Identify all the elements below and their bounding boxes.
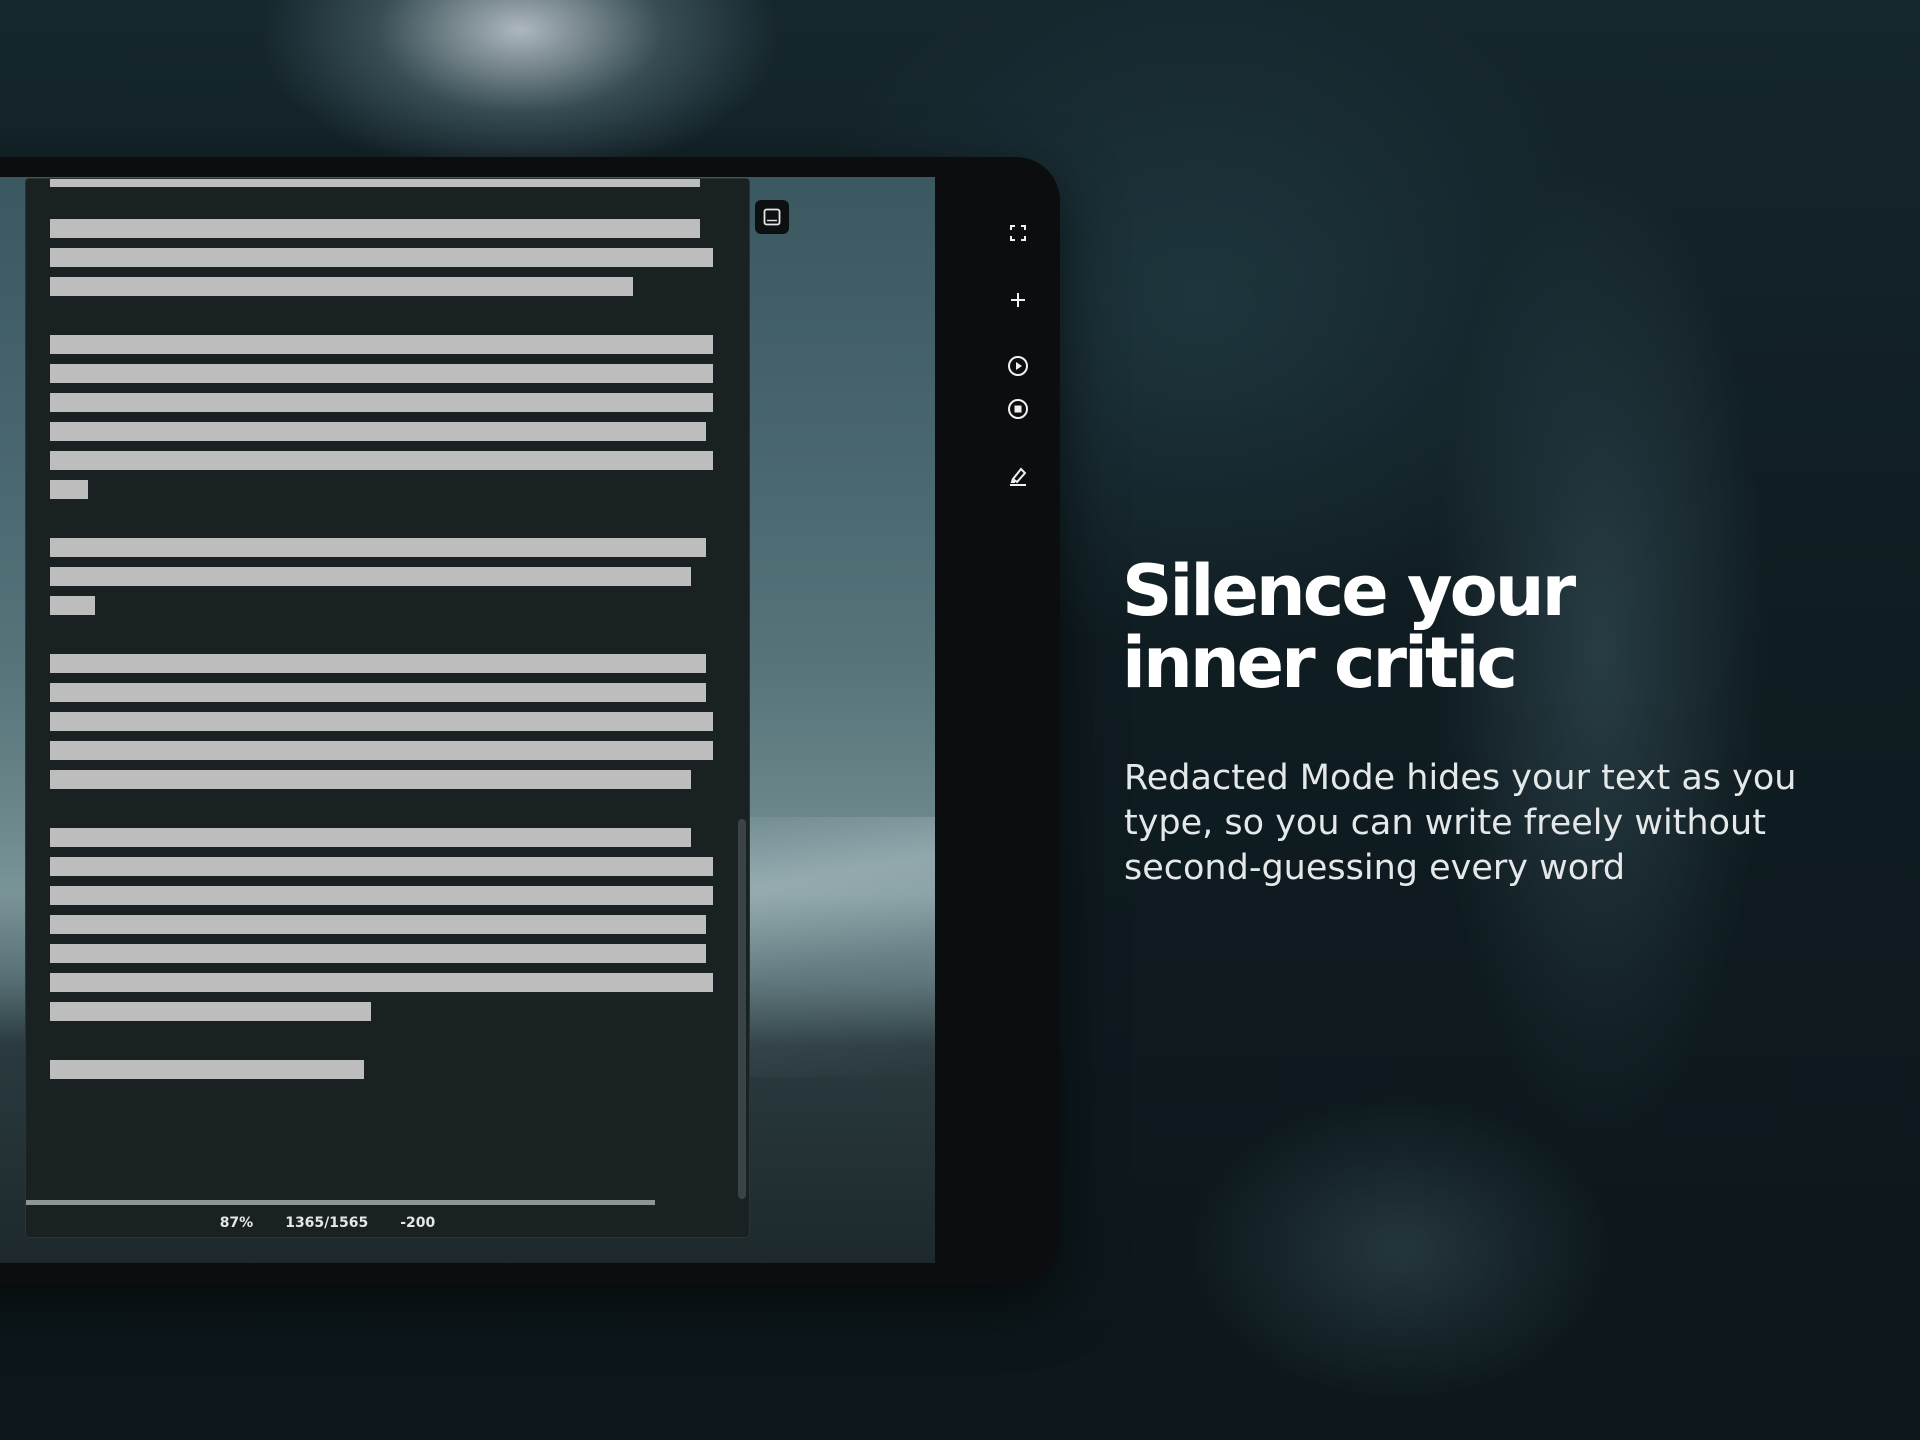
panel-toggle-button[interactable] xyxy=(755,200,789,234)
stop-icon xyxy=(1007,399,1028,419)
redacted-line xyxy=(50,683,706,702)
add-button[interactable] xyxy=(1004,286,1032,314)
progress-bar xyxy=(26,1200,749,1205)
fullscreen-icon xyxy=(1009,225,1026,241)
editor-scrollbar[interactable] xyxy=(738,819,746,1199)
redacted-line xyxy=(50,828,691,847)
redacted-line xyxy=(50,480,88,499)
redacted-line xyxy=(50,335,713,354)
redacted-line xyxy=(50,915,706,934)
redacted-line xyxy=(50,857,713,876)
redacted-line xyxy=(50,886,713,905)
redacted-line xyxy=(50,277,633,296)
panel-icon xyxy=(763,208,781,226)
play-icon xyxy=(1007,356,1028,376)
words-remaining: -200 xyxy=(400,1215,436,1231)
editor-panel[interactable]: 87% 1365/1565 -200 xyxy=(25,178,750,1238)
plus-icon xyxy=(1010,293,1025,307)
redacted-line xyxy=(50,654,706,673)
promo-subtitle: Redacted Mode hides your text as you typ… xyxy=(1124,758,1797,888)
word-count: 1365/1565 xyxy=(285,1215,369,1231)
highlighter-button[interactable] xyxy=(1004,462,1032,490)
progress-fill xyxy=(26,1200,655,1205)
redacted-line xyxy=(50,1002,371,1021)
redacted-line xyxy=(50,973,713,992)
redacted-line xyxy=(50,248,713,267)
play-button[interactable] xyxy=(1004,352,1032,380)
stop-button[interactable] xyxy=(1004,395,1032,423)
redacted-line xyxy=(50,422,706,441)
highlighter-icon xyxy=(1009,467,1026,486)
redacted-line xyxy=(50,567,691,586)
redacted-line xyxy=(50,770,691,789)
side-toolbar xyxy=(995,177,1040,1263)
progress-percent: 87% xyxy=(219,1215,254,1231)
redacted-line xyxy=(50,1060,364,1079)
redacted-line xyxy=(50,538,706,557)
redacted-line xyxy=(50,179,700,187)
redacted-line xyxy=(50,741,713,760)
redacted-line xyxy=(50,393,713,412)
redacted-line xyxy=(50,712,713,731)
editor-stats: 87% 1365/1565 -200 xyxy=(26,1215,749,1231)
redacted-line xyxy=(50,364,713,383)
promo-headline: Silence your inner critic xyxy=(1122,550,1576,704)
redacted-line xyxy=(50,219,700,238)
redacted-line xyxy=(50,596,95,615)
fullscreen-button[interactable] xyxy=(1004,219,1032,247)
redacted-line xyxy=(50,944,706,963)
redacted-line xyxy=(50,451,713,470)
